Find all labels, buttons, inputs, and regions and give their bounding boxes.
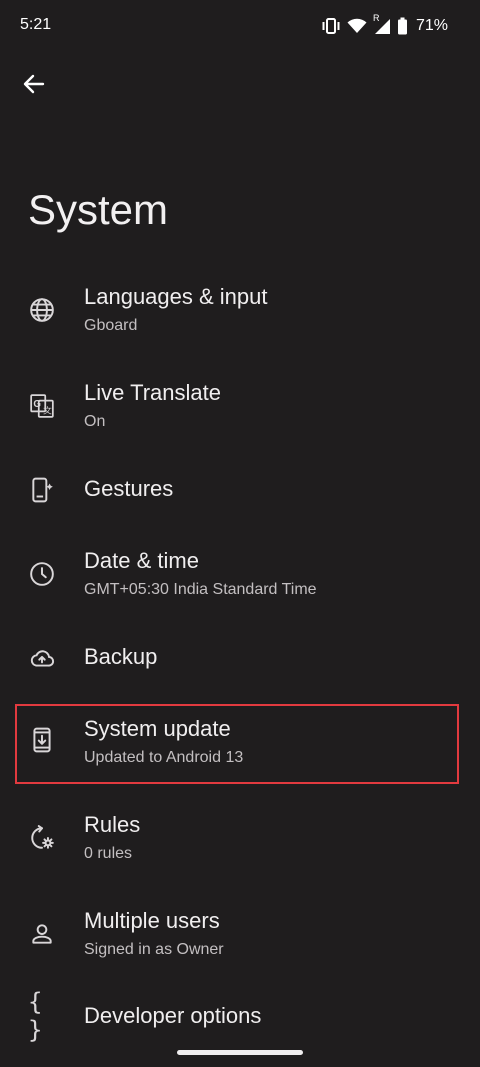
rules-icon (28, 824, 56, 852)
wifi-icon (347, 18, 367, 34)
setting-languages-input[interactable]: Languages & input Gboard (0, 270, 480, 350)
home-gesture-bar[interactable] (177, 1050, 303, 1055)
setting-date-time[interactable]: Date & time GMT+05:30 India Standard Tim… (0, 534, 480, 614)
clock-icon (28, 560, 56, 588)
roaming-label: R (372, 13, 380, 23)
setting-multiple-users[interactable]: Multiple users Signed in as Owner (0, 894, 480, 974)
setting-summary: GMT+05:30 India Standard Time (84, 581, 317, 598)
setting-system-update[interactable]: System update Updated to Android 13 (0, 702, 480, 782)
setting-title: Live Translate (84, 380, 221, 405)
setting-summary: Gboard (84, 317, 138, 334)
status-time: 5:21 (20, 16, 52, 33)
cloud-upload-icon (28, 644, 56, 672)
translate-icon: G 文 (28, 392, 56, 420)
setting-gestures[interactable]: Gestures (0, 462, 480, 518)
setting-summary: 0 rules (84, 845, 133, 862)
setting-summary: On (84, 413, 106, 430)
page-title: System (28, 186, 169, 233)
braces-icon: { } (28, 988, 49, 1044)
system-update-icon (28, 726, 56, 754)
gestures-phone-icon (28, 476, 56, 504)
vibrate-icon (321, 17, 341, 35)
setting-title: Backup (84, 644, 158, 669)
setting-rules[interactable]: Rules 0 rules (0, 798, 480, 878)
setting-title: Date & time (84, 548, 199, 573)
status-bar: 5:21 R 71% (0, 0, 480, 52)
setting-title: System update (84, 716, 231, 741)
svg-text:文: 文 (43, 405, 52, 416)
status-icons: R 71% (321, 13, 448, 37)
setting-summary: Signed in as Owner (84, 941, 224, 958)
battery-percentage: 71% (415, 17, 448, 34)
setting-summary: Updated to Android 13 (84, 749, 244, 766)
setting-title: Gestures (84, 476, 174, 501)
setting-live-translate[interactable]: G 文 Live Translate On (0, 366, 480, 446)
setting-title: Multiple users (84, 908, 220, 933)
setting-backup[interactable]: Backup (0, 630, 480, 686)
setting-title: Developer options (84, 1003, 262, 1028)
globe-icon (28, 296, 56, 324)
signal-icon: R (373, 13, 391, 35)
person-icon (28, 920, 56, 948)
setting-title: Languages & input (84, 284, 268, 309)
battery-icon (397, 17, 408, 35)
setting-title: Rules (84, 812, 141, 837)
back-button[interactable] (14, 66, 54, 106)
arrow-back-icon (23, 74, 45, 99)
setting-developer-options[interactable]: { } Developer options (0, 988, 480, 1046)
svg-text:G: G (33, 399, 41, 410)
